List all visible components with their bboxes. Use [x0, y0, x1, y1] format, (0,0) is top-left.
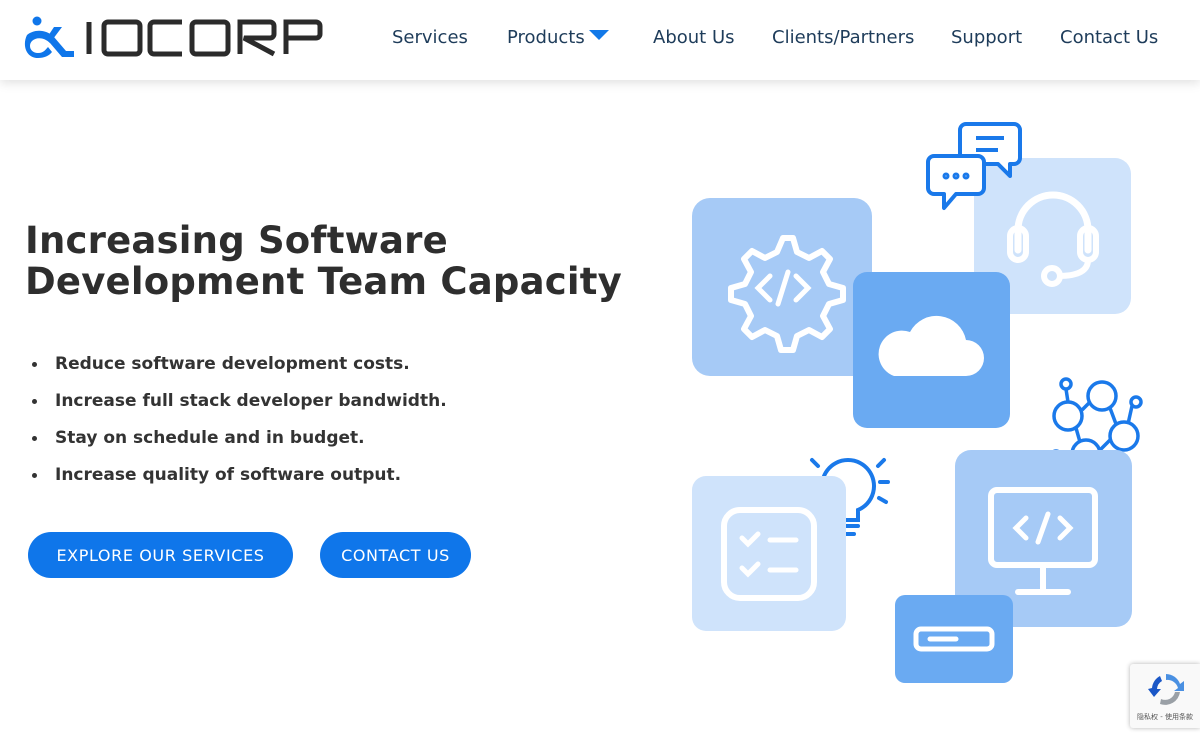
hero-title: Increasing Software Development Team Cap… [25, 220, 665, 302]
list-item: Reduce software development costs. [32, 352, 447, 389]
bullet-text: Stay on schedule and in budget. [55, 428, 365, 448]
nav-services[interactable]: Services [392, 27, 468, 48]
bullet-text: Reduce software development costs. [55, 354, 410, 374]
nav-support[interactable]: Support [951, 27, 1022, 48]
hero-title-line1: Increasing Software [25, 219, 448, 262]
bullet-text: Increase full stack developer bandwidth. [55, 391, 447, 411]
nav-clients-partners[interactable]: Clients/Partners [772, 27, 914, 48]
recaptcha-terms[interactable]: 隐私权 - 使用条款 [1130, 712, 1200, 722]
checklist-icon [692, 476, 846, 631]
contact-us-button[interactable]: CONTACT US [320, 532, 471, 578]
hero-title-line2: Development Team Capacity [25, 260, 622, 303]
bullet-text: Increase quality of software output. [55, 465, 402, 485]
bullet-dot [32, 362, 37, 367]
cloud-icon [853, 272, 1010, 428]
recaptcha-icon [1148, 674, 1184, 705]
explore-services-button[interactable]: EXPLORE OUR SERVICES [28, 532, 293, 578]
code-gear-icon [692, 198, 872, 376]
bullet-dot [32, 399, 37, 404]
benefits-list: Reduce software development costs. Incre… [32, 352, 447, 500]
list-item: Increase quality of software output. [32, 463, 447, 500]
nav-products-label: Products [507, 27, 585, 48]
nav-contact-us[interactable]: Contact Us [1060, 27, 1158, 48]
server-icon [895, 595, 1013, 683]
list-item: Stay on schedule and in budget. [32, 426, 447, 463]
hero-illustration [692, 122, 1143, 683]
main-nav: Services Products About Us Clients/Partn… [0, 27, 1200, 53]
list-item: Increase full stack developer bandwidth. [32, 389, 447, 426]
site-header: Services Products About Us Clients/Partn… [0, 0, 1200, 80]
bullet-dot [32, 436, 37, 441]
recaptcha-badge[interactable]: 隐私权 - 使用条款 [1130, 664, 1200, 728]
nav-products[interactable]: Products [507, 27, 609, 48]
nav-about-us[interactable]: About Us [653, 27, 735, 48]
bullet-dot [32, 473, 37, 478]
caret-down-icon [588, 30, 609, 40]
